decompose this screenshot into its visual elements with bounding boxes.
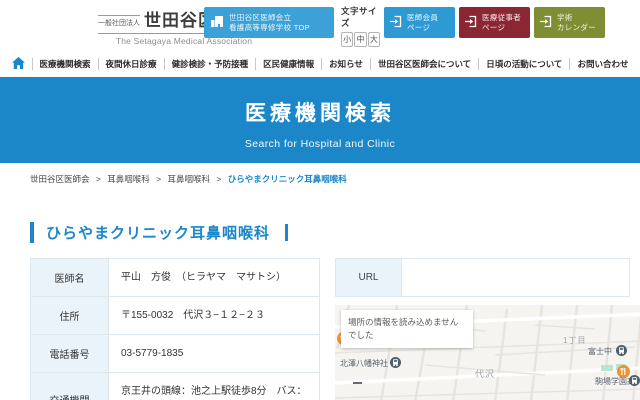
detail-label: 医師名 (31, 259, 109, 297)
bus-stop-icon[interactable] (616, 343, 627, 354)
map-error-message: 場所の情報を読み込めませんでした (341, 310, 473, 348)
breadcrumb-separator: > (156, 174, 161, 184)
member-button-line2: ページ (407, 23, 438, 32)
clinic-detail-table: 医師名 平山 方俊 （ヒラヤマ マサトシ） 住所 〒155-0032 代沢３−１… (30, 258, 320, 400)
station-icon[interactable] (390, 355, 401, 366)
map[interactable]: 場所の情報を読み込めませんでした 北澤八幡神社 代沢 1丁目 富士中 駒場学園高 (335, 305, 640, 400)
nav-item-activities[interactable]: 日頃の活動について (478, 58, 569, 70)
breadcrumb-separator: > (96, 174, 101, 184)
table-row: 住所 〒155-0032 代沢３−１２−２３ (31, 297, 320, 335)
font-size-small-button[interactable]: 小 (341, 32, 353, 47)
breadcrumb-current: ひらやまクリニック耳鼻咽喉科 (228, 174, 347, 184)
detail-label: 住所 (31, 297, 109, 335)
clinic-title-row: ひらやまクリニック耳鼻咽喉科 (30, 222, 640, 243)
school-button-line1: 世田谷区医師会立 (229, 13, 310, 22)
detail-label: 電話番号 (31, 335, 109, 373)
font-size-label: 文字サイズ (341, 5, 381, 29)
detail-value: 03-5779-1835 (109, 335, 320, 373)
medical-worker-page-button[interactable]: 医療従事者 ページ (459, 7, 530, 38)
detail-label: 交通機関 (31, 373, 109, 400)
nav-item-contact[interactable]: お問い合わせ (569, 58, 635, 70)
map-label-fuji-school[interactable]: 富士中 (588, 346, 612, 357)
page-subtitle: Search for Hospital and Clinic (0, 138, 640, 150)
table-row: 電話番号 03-5779-1835 (31, 335, 320, 373)
home-icon (12, 57, 25, 71)
title-accent-bar (30, 222, 34, 243)
nav-item-health-info[interactable]: 区民健康情報 (255, 58, 321, 70)
detail-value: 平山 方俊 （ヒラヤマ マサトシ） (109, 259, 320, 297)
map-label-shrine[interactable]: 北澤八幡神社 (340, 358, 388, 369)
calendar-button-line1: 学術 (557, 13, 596, 22)
nav-item-night-holiday[interactable]: 夜間休日診療 (98, 58, 164, 70)
member-button-line1: 医師会員 (407, 13, 438, 22)
breadcrumb-home[interactable]: 世田谷区医師会 (30, 174, 90, 184)
url-table: URL (335, 258, 630, 297)
hero-banner: 医療機関検索 Search for Hospital and Clinic (0, 77, 640, 163)
title-accent-bar (285, 224, 288, 241)
nav-home[interactable] (5, 58, 32, 70)
url-value (402, 259, 630, 297)
calendar-button-line2: カレンダー (557, 23, 596, 32)
org-type-label: 一般社団法人 (98, 15, 140, 28)
url-label: URL (336, 259, 402, 297)
building-icon (210, 15, 224, 31)
login-icon (465, 15, 477, 31)
login-icon (390, 15, 402, 31)
global-nav: 医療機関検索 夜間休日診療 健診検診・予防接種 区民健康情報 お知らせ 世田谷区… (0, 50, 640, 77)
page: 一般社団法人 世田谷区医師会 The Setagaya Medical Asso… (0, 0, 640, 400)
breadcrumb: 世田谷区医師会 > 耳鼻咽喉科 > 耳鼻咽喉科 > ひらやまクリニック耳鼻咽喉科 (30, 173, 640, 185)
nav-item-search[interactable]: 医療機関検索 (32, 58, 98, 70)
breadcrumb-subcategory[interactable]: 耳鼻咽喉科 (167, 174, 210, 184)
clinic-name-heading: ひらやまクリニック耳鼻咽喉科 (46, 222, 270, 243)
nav-item-checkup[interactable]: 健診検診・予防接種 (164, 58, 256, 70)
map-label-daizawa: 代沢 (475, 367, 495, 380)
member-page-button[interactable]: 医師会員 ページ (384, 7, 455, 38)
bus-stop-icon[interactable] (629, 373, 640, 384)
right-column: URL (335, 258, 640, 400)
worker-button-line1: 医療従事者 (482, 13, 521, 22)
font-size-large-button[interactable]: 大 (368, 32, 380, 47)
detail-value: 〒155-0032 代沢３−１２−２３ (109, 297, 320, 335)
clinic-detail-section: 医師名 平山 方俊 （ヒラヤマ マサトシ） 住所 〒155-0032 代沢３−１… (0, 258, 640, 400)
table-row: 交通機関 京王井の頭線：池之上駅徒歩8分 バス：淡島徒歩1分 (31, 373, 320, 400)
login-icon (540, 15, 552, 31)
detail-value: 京王井の頭線：池之上駅徒歩8分 バス：淡島徒歩1分 (109, 373, 320, 400)
map-label-chome: 1丁目 (563, 335, 586, 346)
font-size-medium-button[interactable]: 中 (354, 32, 366, 47)
worker-button-line2: ページ (482, 23, 521, 32)
header: 一般社団法人 世田谷区医師会 The Setagaya Medical Asso… (0, 0, 640, 50)
restaurant-marker-icon[interactable] (617, 365, 630, 378)
map-road-dash (353, 382, 362, 384)
table-row: URL (336, 259, 630, 297)
page-title: 医療機関検索 (0, 97, 640, 127)
nursing-school-button[interactable]: 世田谷区医師会立 看護高等専修学校 TOP (204, 7, 334, 38)
academic-calendar-button[interactable]: 学術 カレンダー (534, 7, 605, 38)
nav-item-news[interactable]: お知らせ (321, 58, 370, 70)
breadcrumb-separator: > (216, 174, 221, 184)
field-patch (601, 365, 613, 371)
table-row: 医師名 平山 方俊 （ヒラヤマ マサトシ） (31, 259, 320, 297)
font-size-widget: 文字サイズ 小 中 大 (341, 5, 381, 47)
breadcrumb-category[interactable]: 耳鼻咽喉科 (107, 174, 150, 184)
nav-item-about[interactable]: 世田谷区医師会について (370, 58, 478, 70)
school-button-line2: 看護高等専修学校 TOP (229, 23, 310, 32)
